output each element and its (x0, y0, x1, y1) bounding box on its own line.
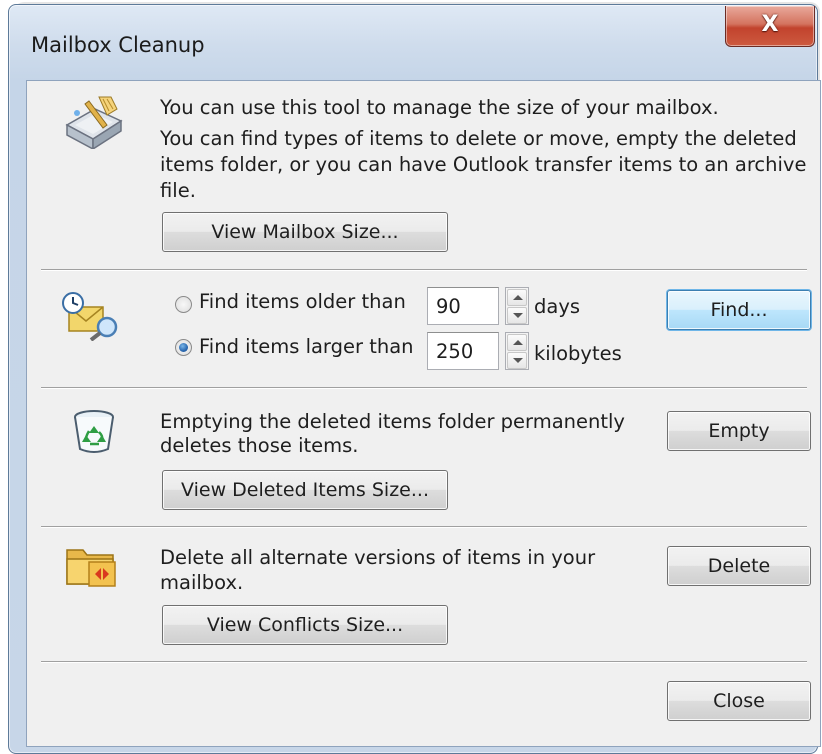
section-divider (41, 387, 807, 389)
dialog-client-area: You can use this tool to manage the size… (26, 80, 821, 747)
section-divider (41, 269, 807, 271)
spin-up-icon[interactable] (507, 289, 527, 306)
delete-button[interactable]: Delete (667, 546, 811, 586)
larger-than-kb-input[interactable]: 250 (427, 332, 499, 370)
find-button[interactable]: Find... (667, 290, 811, 330)
intro-line-2: You can find types of items to delete or… (160, 127, 797, 150)
spin-down-icon[interactable] (507, 307, 527, 324)
recycle-bin-icon (74, 410, 114, 453)
larger-than-radio[interactable] (175, 339, 192, 356)
older-than-days-input[interactable]: 90 (427, 287, 499, 325)
spin-up-icon[interactable] (507, 334, 527, 351)
conflict-folder-icon (66, 549, 116, 587)
deleted-line-1: Emptying the deleted items folder perman… (160, 410, 625, 433)
close-icon: X (761, 11, 779, 37)
mailbox-cleanup-dialog: Mailbox Cleanup X You can use this tool … (8, 4, 821, 754)
view-deleted-items-size-button[interactable]: View Deleted Items Size... (162, 470, 448, 510)
window-close-button[interactable]: X (725, 6, 815, 47)
deleted-line-2: deletes those items. (160, 434, 359, 457)
kilobytes-unit-label: kilobytes (534, 342, 622, 365)
days-unit-label: days (534, 295, 581, 318)
view-conflicts-size-button[interactable]: View Conflicts Size... (162, 605, 448, 645)
intro-line-4: file. (160, 179, 196, 202)
conflicts-line-1: Delete all alternate versions of items i… (160, 546, 596, 569)
spin-down-icon[interactable] (507, 352, 527, 369)
section-divider (41, 661, 807, 663)
section-divider (41, 526, 807, 528)
view-mailbox-size-button[interactable]: View Mailbox Size... (162, 212, 448, 252)
conflicts-line-2: mailbox. (160, 571, 244, 594)
older-than-spinner[interactable] (505, 287, 529, 325)
older-than-label[interactable]: Find items older than (199, 289, 406, 315)
intro-line-3: items folder, or you can have Outlook tr… (160, 153, 807, 176)
larger-than-spinner[interactable] (505, 332, 529, 370)
window-title: Mailbox Cleanup (31, 33, 205, 57)
empty-button[interactable]: Empty (667, 411, 811, 451)
older-than-radio[interactable] (175, 296, 192, 313)
intro-line-1: You can use this tool to manage the size… (160, 96, 719, 119)
close-button[interactable]: Close (667, 681, 811, 721)
clock-search-icon (62, 292, 118, 341)
larger-than-label[interactable]: Find items larger than (199, 334, 414, 360)
mailbox-cleanup-icon (65, 96, 123, 149)
